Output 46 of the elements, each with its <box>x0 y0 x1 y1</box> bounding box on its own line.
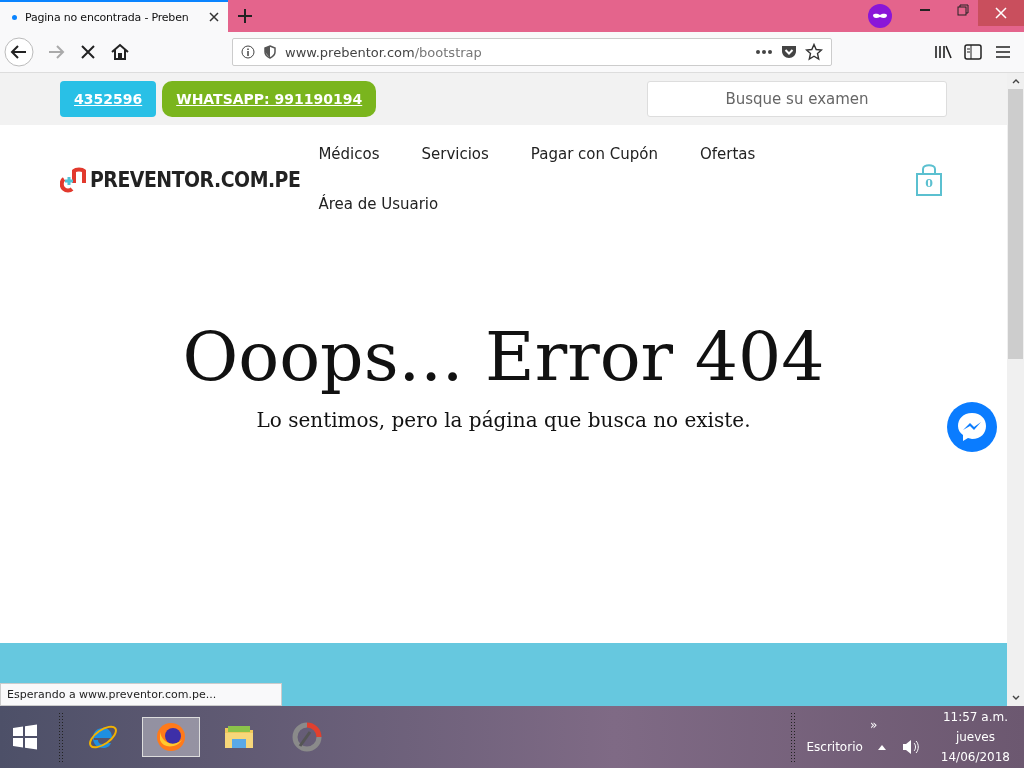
volume-icon[interactable] <box>900 738 921 756</box>
desktop-toolbar-label[interactable]: Escritorio <box>806 740 863 754</box>
pocket-icon[interactable] <box>781 44 797 60</box>
clock-time: 11:57 a.m. <box>942 710 1008 724</box>
scroll-thumb[interactable] <box>1008 89 1023 359</box>
error-title: Ooops... Error 404 <box>182 317 825 396</box>
taskbar-app[interactable] <box>142 717 200 757</box>
shield-icon <box>263 45 277 59</box>
nav-link[interactable]: Médicos <box>318 145 380 163</box>
info-icon <box>241 45 255 59</box>
logo-icon <box>60 167 88 193</box>
private-mask-icon <box>868 4 892 28</box>
star-icon[interactable] <box>805 43 823 61</box>
address-bar[interactable]: www.prebentor.com/bootstrap <box>232 38 832 66</box>
new-tab-icon[interactable] <box>237 8 253 24</box>
url-text: www.prebentor.com/bootstrap <box>285 44 482 60</box>
ring-icon <box>290 720 324 754</box>
nav-link[interactable]: Pagar con Cupón <box>530 145 658 163</box>
sidebar-icon[interactable] <box>964 44 982 60</box>
scroll-up-icon[interactable] <box>1010 77 1021 85</box>
close-icon[interactable] <box>208 11 220 23</box>
nav-link[interactable]: Área de Usuario <box>318 195 439 213</box>
library-icon[interactable] <box>934 44 952 60</box>
clock-date: 14/06/2018 <box>940 750 1010 764</box>
overflow-chevron[interactable]: » <box>869 718 878 732</box>
scroll-down-icon[interactable] <box>1010 694 1021 702</box>
browser-tab[interactable]: Pagina no encontrada - Preben <box>0 0 228 32</box>
messenger-chat-icon[interactable] <box>946 401 998 453</box>
menu-icon[interactable] <box>994 44 1012 60</box>
nav-link[interactable]: Servicios <box>421 145 489 163</box>
scrollbar[interactable] <box>1007 73 1024 706</box>
error-message: Lo sentimos, pero la página que busca no existe. <box>256 408 751 432</box>
start-icon[interactable] <box>12 724 38 750</box>
tab-title: Pagina no encontrada - Preben <box>25 10 190 24</box>
show-hidden-icons-icon[interactable] <box>876 743 887 751</box>
more-icon[interactable] <box>755 49 773 55</box>
clock[interactable]: 11:57 a.m. jueves 14/06/2018 <box>940 710 1010 764</box>
back-icon[interactable] <box>4 37 34 67</box>
fox-globe-icon <box>154 720 188 754</box>
status-text: Esperando a www.preventor.com.pe... <box>0 683 282 706</box>
nav-link[interactable]: Ofertas <box>699 145 756 163</box>
search-field[interactable]: Busque su examen <box>647 81 947 117</box>
loading-icon <box>12 14 17 20</box>
home-icon[interactable] <box>110 42 130 62</box>
logo-text: PREVENTOR.COM.PE <box>90 168 301 192</box>
clock-day: jueves <box>955 730 995 744</box>
